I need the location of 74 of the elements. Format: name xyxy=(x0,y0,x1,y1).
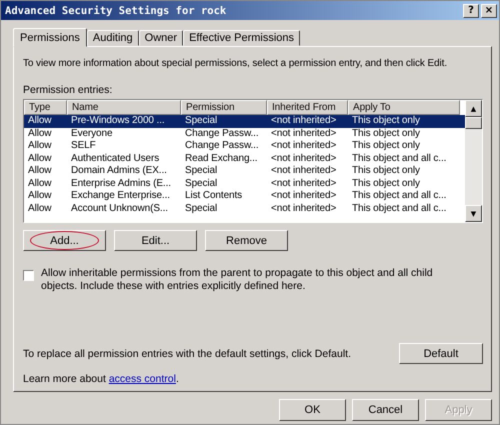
table-cell-text: This object only xyxy=(351,128,421,140)
table-cell-text: <not inherited> xyxy=(270,178,338,190)
table-cell-text: Account Unknown(S... xyxy=(70,202,169,215)
close-button[interactable]: × xyxy=(481,4,497,18)
table-cell-text: Enterprise Admins (E... xyxy=(70,178,172,190)
table-cell-text: List Contents xyxy=(184,190,244,202)
table-cell-text: Allow xyxy=(27,128,52,140)
scroll-thumb[interactable] xyxy=(465,117,482,129)
table-cell-text: Domain Admins (EX... xyxy=(70,165,168,178)
tab[interactable]: Effective Permissions xyxy=(183,30,300,46)
tab[interactable]: Permissions xyxy=(13,28,87,47)
list-label: Permission entries: xyxy=(23,84,114,96)
permission-row[interactable]: Allow Authenticated Users Read Exchang... <not inherited> This object and all c... xyxy=(24,152,465,165)
table-cell-text: <not inherited> xyxy=(270,152,338,165)
permission-row[interactable]: Allow Enterprise Admins (E... Special <not inherited> This object only xyxy=(24,178,465,190)
table-cell-text: <not inherited> xyxy=(270,115,338,128)
table-cell-text: This object and all c... xyxy=(351,202,448,215)
table-cell-text: SELF xyxy=(70,140,97,152)
access-control-link[interactable]: access control xyxy=(108,373,176,385)
table-cell-text: Pre-Windows 2000 ... xyxy=(70,115,166,128)
table-cell-text: This object and all c... xyxy=(351,190,448,202)
column-header[interactable]: Name xyxy=(67,100,181,115)
table-cell-text: Allow xyxy=(27,178,52,190)
table-cell-text: Read Exchang... xyxy=(184,152,258,165)
table-cell-text: <not inherited> xyxy=(270,165,338,178)
add-button[interactable]: Add... xyxy=(23,230,106,251)
table-cell-text: Special xyxy=(184,178,218,190)
help-button[interactable]: ? xyxy=(463,4,479,18)
table-cell-text: Authenticated Users xyxy=(70,152,160,165)
inherit-checkbox[interactable] xyxy=(23,270,34,281)
table-cell-text: This object only xyxy=(351,165,421,178)
table-cell-text: Allow xyxy=(27,140,52,152)
table-cell-text: This object and all c... xyxy=(351,152,448,165)
table-cell-text: Allow xyxy=(27,165,52,178)
table-cell-text: Change Passw... xyxy=(184,140,260,152)
default-button[interactable]: Default xyxy=(399,343,483,364)
tab[interactable]: Owner xyxy=(138,30,184,46)
table-cell-text: Special xyxy=(184,115,218,128)
instruction-text: To view more information about special permissions, select a permission entry, and then click Edit. xyxy=(23,57,448,70)
column-header[interactable]: Permission xyxy=(181,100,267,115)
checkbox-label: Allow inheritable permissions from the parent to propagate to this object and all child objects. Include these with entries explicitly defined here. xyxy=(41,267,434,293)
permission-row[interactable]: Allow Domain Admins (EX... Special <not inherited> This object only xyxy=(24,165,465,178)
table-cell-text: Special xyxy=(184,165,218,178)
table-cell-text: <not inherited> xyxy=(270,128,338,140)
table-cell-text: <not inherited> xyxy=(270,190,338,202)
table-cell-text: Allow xyxy=(27,190,52,202)
ok-button[interactable]: OK xyxy=(279,399,346,421)
table-cell-text: <not inherited> xyxy=(270,202,338,215)
table-cell-text: This object only xyxy=(351,140,421,152)
permission-row[interactable]: Allow Exchange Enterprise... List Contents <not inherited> This object and all c... xyxy=(24,190,465,202)
table-cell-text: Change Passw... xyxy=(184,128,260,140)
default-text: To replace all permission entries with the default settings, click Default. xyxy=(23,348,351,360)
tab[interactable]: Auditing xyxy=(86,30,139,46)
table-cell-text: Allow xyxy=(27,202,52,215)
table-cell-text: This object only xyxy=(351,178,421,190)
column-header[interactable]: Type xyxy=(24,100,67,115)
table-cell-text: Exchange Enterprise... xyxy=(70,190,171,202)
table-cell-text: Special xyxy=(184,202,218,215)
learn-more-text: Learn more about access control. xyxy=(23,373,180,385)
column-header[interactable]: Apply To xyxy=(348,100,460,115)
edit-button[interactable]: Edit... xyxy=(114,230,197,251)
permission-row[interactable]: Allow Account Unknown(S... Special <not inherited> This object and all c... xyxy=(24,202,465,215)
permission-row[interactable]: Allow Pre-Windows 2000 ... Special <not inherited> This object only xyxy=(24,115,465,128)
table-cell-text: Allow xyxy=(27,152,52,165)
permission-row[interactable]: Allow SELF Change Passw... <not inherited> This object only xyxy=(24,140,465,152)
permission-row[interactable]: Allow Everyone Change Passw... <not inherited> This object only xyxy=(24,128,465,140)
table-cell-text: Allow xyxy=(27,115,52,128)
cancel-button[interactable]: Cancel xyxy=(352,399,419,421)
column-header[interactable]: Inherited From xyxy=(267,100,348,115)
table-cell-text: <not inherited> xyxy=(270,140,338,152)
table-cell-text: This object only xyxy=(351,115,421,128)
table-cell-text: Everyone xyxy=(70,128,114,140)
window-title: Advanced Security Settings for rock xyxy=(5,4,226,16)
remove-button[interactable]: Remove xyxy=(205,230,288,251)
